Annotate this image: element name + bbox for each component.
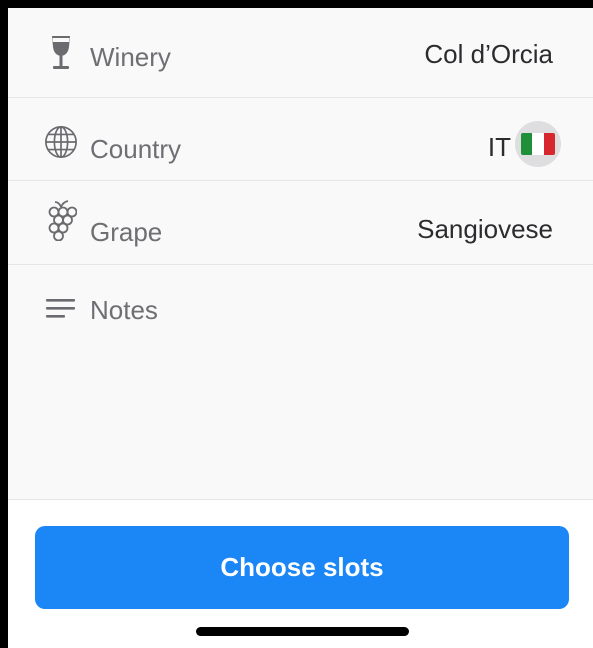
grape-value: Sangiovese xyxy=(417,214,553,244)
winery-row[interactable]: Winery Col d’Orcia xyxy=(8,8,593,98)
flag-stripe-green xyxy=(521,133,533,155)
home-indicator xyxy=(196,627,409,636)
country-row[interactable]: Country IT xyxy=(8,98,593,181)
bottom-bar: Choose slots xyxy=(8,500,593,648)
grape-label: Grape xyxy=(90,217,163,247)
notes-label: Notes xyxy=(90,295,158,325)
globe-icon xyxy=(44,125,78,159)
notes-field[interactable] xyxy=(90,335,553,485)
country-code: IT xyxy=(487,132,511,162)
choose-slots-button[interactable]: Choose slots xyxy=(35,526,569,609)
winery-label: Winery xyxy=(90,42,171,72)
wine-glass-icon xyxy=(44,36,78,70)
screen: Winery Col d’Orcia Country IT Grape Sang… xyxy=(8,8,593,648)
italy-flag-icon xyxy=(515,121,561,167)
wine-details-form: Winery Col d’Orcia Country IT Grape Sang… xyxy=(8,8,593,500)
winery-value: Col d’Orcia xyxy=(424,39,553,69)
flag-stripe-red xyxy=(543,133,555,155)
notes-row[interactable]: Notes xyxy=(8,265,593,500)
text-lines-icon xyxy=(44,292,78,326)
country-label: Country xyxy=(90,134,182,164)
grape-icon xyxy=(44,200,78,241)
grape-row[interactable]: Grape Sangiovese xyxy=(8,181,593,265)
flag-stripe-white xyxy=(532,133,544,155)
